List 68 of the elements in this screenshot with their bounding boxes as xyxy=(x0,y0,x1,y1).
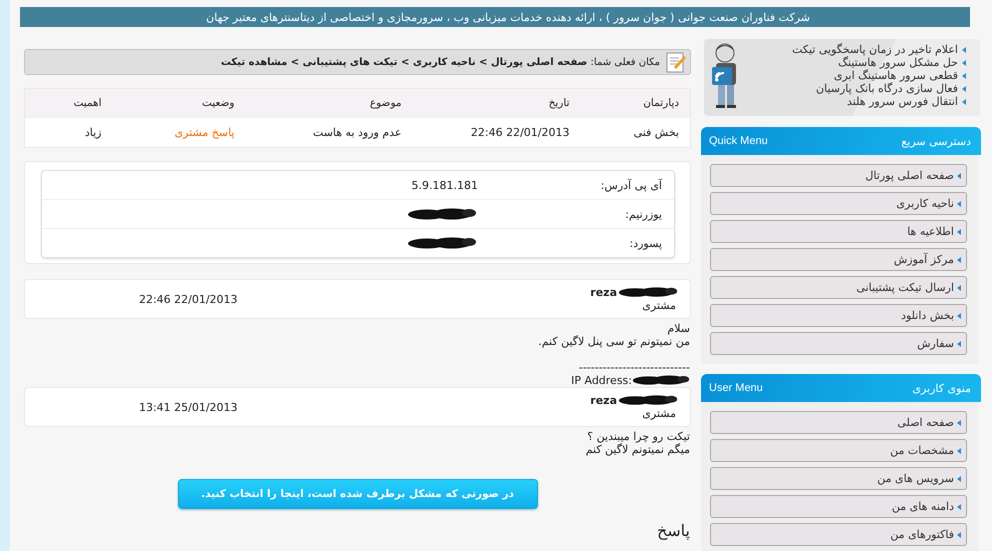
announcement-link[interactable]: اعلام تاخیر در زمان پاسخگویی تیکت xyxy=(792,43,958,56)
table-cell: بخش فنی xyxy=(580,118,690,148)
menu-item[interactable]: مشخصات من xyxy=(710,439,967,462)
message-date: 13:41 25/01/2013 xyxy=(138,400,238,414)
bullet-icon xyxy=(957,172,961,178)
menu-title-english: Quick Menu xyxy=(709,135,768,147)
author-name: reza xyxy=(590,286,617,299)
menu-item[interactable]: بخش دانلود xyxy=(710,304,967,327)
column-header: تاریخ xyxy=(412,88,580,118)
bullet-icon xyxy=(962,86,966,92)
bullet-icon xyxy=(962,46,966,52)
note-pencil-icon xyxy=(666,51,686,73)
announcement-link[interactable]: فعال سازی درگاه بانک پارسیان xyxy=(816,82,958,95)
ip-address-label: IP Address: xyxy=(571,374,632,387)
announcement-link[interactable]: انتقال فورس سرور هلند xyxy=(847,95,958,108)
bullet-icon xyxy=(962,60,966,66)
bullet-icon xyxy=(957,284,961,290)
author-name: reza xyxy=(590,394,617,407)
table-cell: 22:46 22/01/2013 xyxy=(412,118,580,148)
menu-item[interactable]: سرویس های من xyxy=(710,467,967,490)
bullet-icon xyxy=(957,448,961,454)
bullet-icon xyxy=(957,200,961,206)
message-text: من نمیتونم تو سی پنل لاگین کنم. xyxy=(538,335,690,348)
table-cell: عدم ورود به هاست xyxy=(246,118,412,148)
header-text: شرکت فناوران صنعت جوانی ( جوان سرور ) ، ارائه دهنده خدمات میزبانی وب ، سرورمجازی و اختصاصی از دیتاسنترهای معتبر جهان xyxy=(206,10,810,24)
menu-item[interactable]: صفحه اصلی xyxy=(710,411,967,434)
column-header: وضعیت xyxy=(112,88,246,118)
bullet-icon xyxy=(962,98,966,104)
column-header: دپارتمان xyxy=(580,88,690,118)
info-value: 5.9.181.181 xyxy=(412,178,478,192)
status-cell: پاسخ مشتری xyxy=(112,118,246,148)
announcement-link[interactable]: قطعی سرور هاستینگ ابری xyxy=(834,69,958,82)
info-label: پسورد: xyxy=(628,236,663,250)
table-cell: زیاد xyxy=(24,118,112,148)
bullet-icon xyxy=(957,476,961,482)
message-text: میگم نمیتونم لاگین کنم xyxy=(586,443,690,456)
menu-item[interactable]: مرکز آموزش xyxy=(710,248,967,271)
info-label: یوزرنیم: xyxy=(624,208,663,220)
menu-item[interactable]: ارسال تیکت پشتیبانی xyxy=(710,276,967,299)
bullet-icon xyxy=(957,228,961,234)
bullet-icon xyxy=(957,532,961,538)
menu-title: منوی کاربری xyxy=(912,382,971,394)
author-role: مشتری xyxy=(642,407,677,420)
menu-item[interactable]: اطلاعیه ها xyxy=(710,220,967,243)
info-label: آی پی آدرس: xyxy=(600,178,664,192)
menu-item[interactable]: صفحه اصلی پورتال xyxy=(710,164,967,187)
message-text: سلام xyxy=(667,322,690,335)
breadcrumb-text: مکان فعلی شما: صفحه اصلی پورتال > ناحیه کاربری > تیکت های پشتیبانی > مشاهده تیکت xyxy=(220,56,660,68)
bullet-icon xyxy=(957,340,961,346)
bullet-icon xyxy=(957,504,961,510)
menu-item[interactable]: فاکتورهای من xyxy=(710,523,967,546)
bullet-icon xyxy=(957,312,961,318)
menu-title-english: User Menu xyxy=(709,382,763,394)
message-date: 22:46 22/01/2013 xyxy=(138,292,238,306)
author-role: مشتری xyxy=(642,299,677,312)
bullet-icon xyxy=(957,256,961,262)
menu-title: دسترسی سریع xyxy=(901,134,971,148)
bullet-icon xyxy=(962,72,966,78)
message-text: تیکت رو چرا میبندین ؟ xyxy=(587,430,690,443)
menu-item[interactable]: سفارش xyxy=(710,332,967,355)
separator-text: ---------------------------- xyxy=(578,361,690,374)
column-header: اهمیت xyxy=(24,88,112,118)
column-header: موضوع xyxy=(246,88,412,118)
menu-item[interactable]: دامنه های من xyxy=(710,495,967,518)
announcement-link[interactable]: حل مشکل سرور هاستینگ xyxy=(838,56,958,69)
reply-heading: پاسخ xyxy=(656,521,691,540)
menu-item[interactable]: ناحیه کاربری xyxy=(710,192,967,215)
bullet-icon xyxy=(957,420,961,426)
